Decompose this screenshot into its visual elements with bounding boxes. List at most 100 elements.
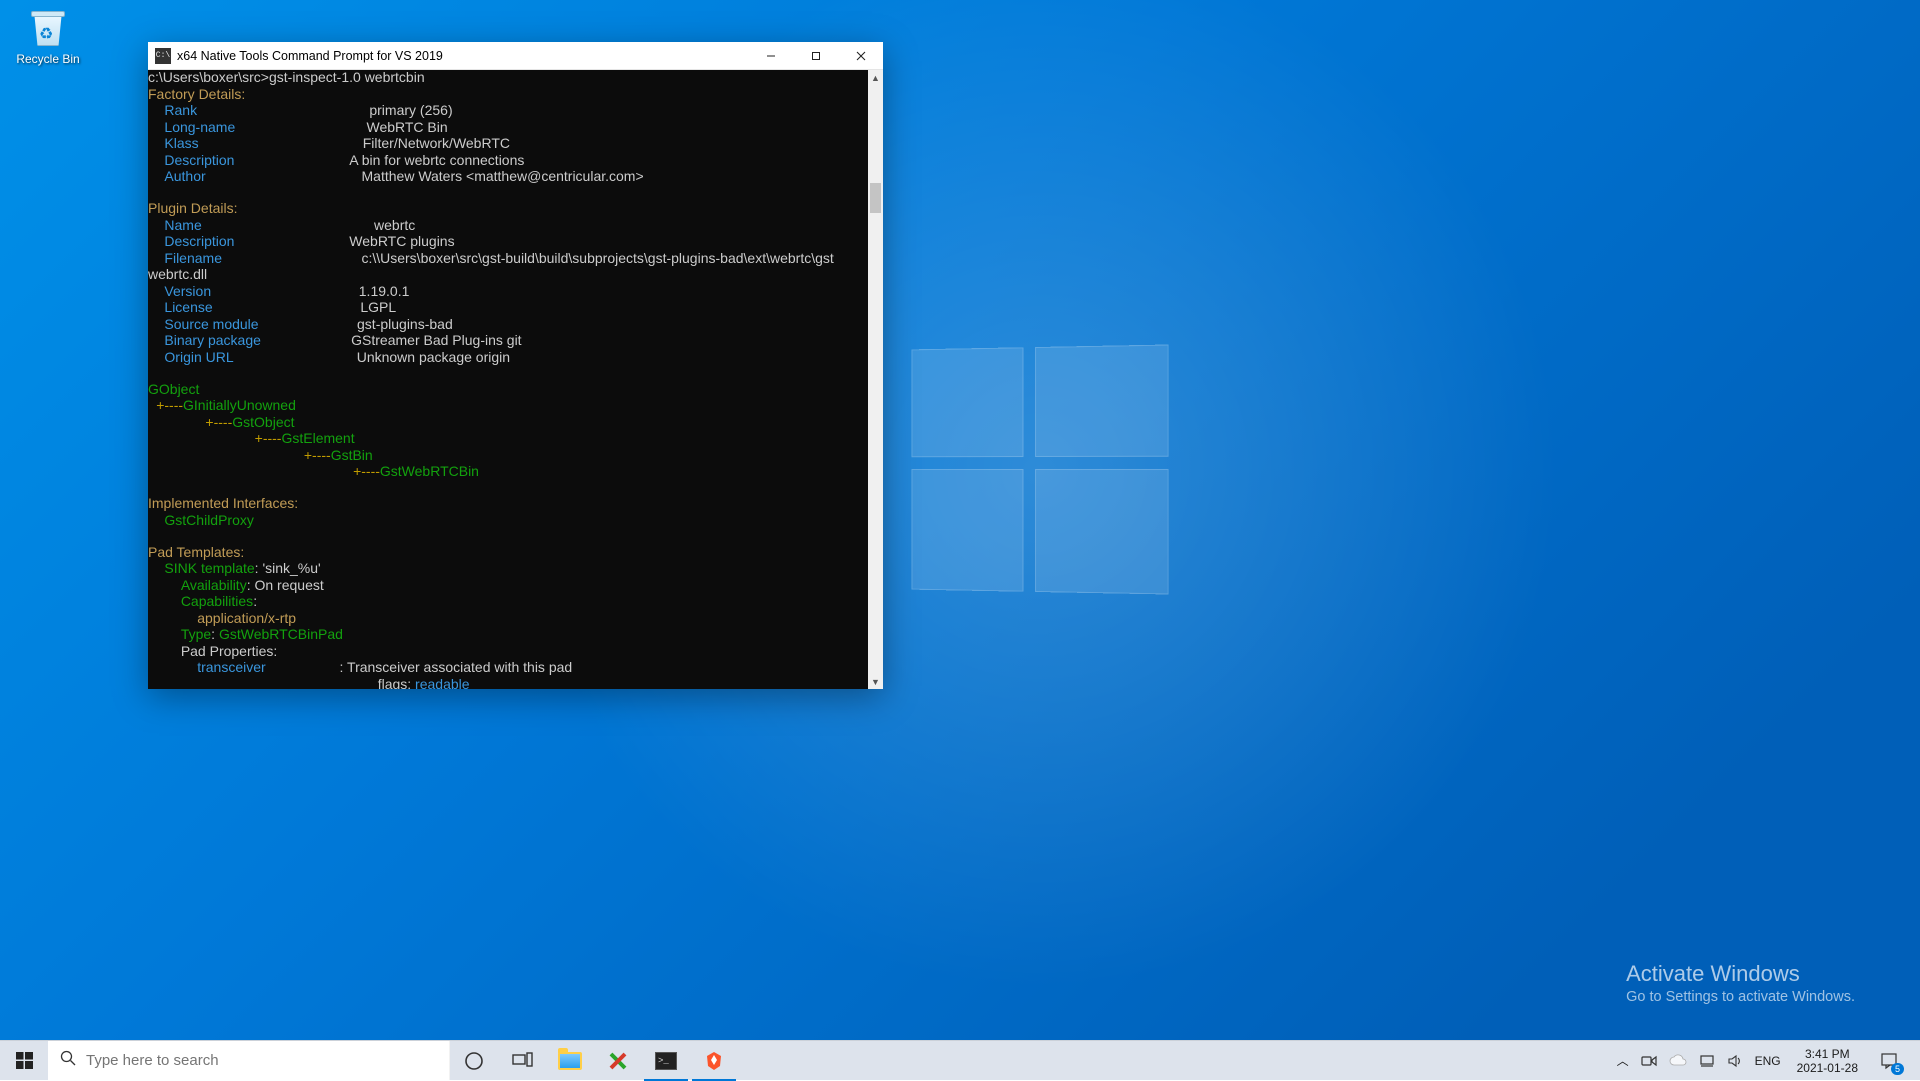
hier-l1: GInitiallyUnowned — [183, 397, 296, 413]
hier-l2: GstObject — [232, 414, 294, 430]
pname-key: Name — [164, 217, 201, 233]
rank-key: Rank — [164, 102, 197, 118]
taskbar-app-cmd[interactable]: >_ — [642, 1041, 690, 1081]
taskbar-app-brave[interactable] — [690, 1041, 738, 1081]
ver-val: 1.19.0.1 — [359, 283, 410, 299]
start-button[interactable] — [0, 1041, 48, 1080]
close-button[interactable] — [838, 42, 883, 70]
avail-val: On request — [254, 577, 323, 593]
interfaces-header: Implemented Interfaces: — [148, 495, 298, 511]
pad-props-header: Pad Properties: — [181, 643, 278, 659]
type-val: GstWebRTCBinPad — [219, 626, 343, 642]
transceiver-key: transceiver — [197, 659, 265, 675]
file-key: Filename — [164, 250, 222, 266]
interfaces-item: GstChildProxy — [164, 512, 253, 528]
author-val: Matthew Waters <matthew@centricular.com> — [362, 168, 644, 184]
scroll-up-icon[interactable]: ▲ — [868, 70, 883, 85]
tray-volume[interactable] — [1721, 1041, 1749, 1081]
wallpaper-windows-logo — [911, 344, 1168, 594]
sink-key: SINK template — [164, 560, 254, 576]
taskbar-app-x[interactable] — [594, 1041, 642, 1081]
folder-icon — [558, 1052, 582, 1070]
src-key: Source module — [164, 316, 258, 332]
rank-val: primary (256) — [369, 102, 452, 118]
pad-header: Pad Templates: — [148, 544, 244, 560]
author-key: Author — [164, 168, 205, 184]
pname-val: webrtc — [374, 217, 415, 233]
hier-l3: GstElement — [281, 430, 354, 446]
taskbar-search[interactable] — [48, 1041, 450, 1080]
url-key: Origin URL — [164, 349, 233, 365]
flags-key: flags — [378, 676, 408, 690]
scroll-down-icon[interactable]: ▼ — [868, 674, 883, 689]
factory-header: Factory Details: — [148, 86, 245, 102]
desktop-icon-recycle-bin[interactable]: ♻ Recycle Bin — [8, 6, 88, 66]
terminal-output[interactable]: c:\Users\boxer\src>gst-inspect-1.0 webrt… — [148, 70, 868, 689]
search-icon — [60, 1050, 76, 1071]
taskbar[interactable]: >_ ︿ ENG 3:41 PM 2021-01-28 — [0, 1040, 1920, 1080]
show-desktop-button[interactable] — [1910, 1041, 1916, 1081]
plugin-header: Plugin Details: — [148, 200, 238, 216]
maximize-button[interactable] — [793, 42, 838, 70]
system-tray[interactable]: ︿ ENG 3:41 PM 2021-01-28 5 — [1611, 1041, 1920, 1080]
titlebar[interactable]: C:\ x64 Native Tools Command Prompt for … — [148, 42, 883, 70]
windows-logo-icon — [16, 1052, 33, 1069]
taskbar-app-explorer[interactable] — [546, 1041, 594, 1081]
tray-language[interactable]: ENG — [1749, 1041, 1787, 1081]
network-icon — [1699, 1053, 1715, 1069]
brave-icon — [703, 1050, 725, 1072]
tray-meet-now[interactable] — [1635, 1041, 1663, 1081]
cloud-icon — [1669, 1054, 1687, 1068]
transceiver-val: : Transceiver associated with this pad — [340, 659, 573, 675]
hier-l4: GstBin — [331, 447, 373, 463]
file-val: c:\\Users\boxer\src\gst-build\build\subp… — [361, 250, 833, 266]
longname-val: WebRTC Bin — [366, 119, 447, 135]
pdesc-key: Description — [164, 233, 234, 249]
klass-val: Filter/Network/WebRTC — [363, 135, 510, 151]
src-val: gst-plugins-bad — [357, 316, 453, 332]
meet-now-icon — [1641, 1053, 1657, 1069]
fdesc-val: A bin for webrtc connections — [349, 152, 524, 168]
hier-l0: GObject — [148, 381, 199, 397]
tray-chevron-button[interactable]: ︿ — [1611, 1041, 1635, 1081]
tray-clock[interactable]: 3:41 PM 2021-01-28 — [1787, 1041, 1868, 1081]
scrollbar[interactable]: ▲ ▼ — [868, 70, 883, 689]
command-prompt-window[interactable]: C:\ x64 Native Tools Command Prompt for … — [148, 42, 883, 689]
desktop[interactable]: ♻ Recycle Bin Activate Windows Go to Set… — [0, 0, 1920, 1040]
caps-key: Capabilities — [181, 593, 253, 609]
url-val: Unknown package origin — [357, 349, 510, 365]
pdesc-val: WebRTC plugins — [349, 233, 454, 249]
ver-key: Version — [164, 283, 211, 299]
clock-time: 3:41 PM — [1805, 1047, 1850, 1061]
tray-network[interactable] — [1693, 1041, 1721, 1081]
scrollbar-track[interactable] — [868, 85, 883, 674]
hier-l5: GstWebRTCBin — [380, 463, 479, 479]
cortana-button[interactable] — [450, 1041, 498, 1081]
prompt: c:\Users\boxer\src> — [148, 70, 269, 85]
longname-key: Long-name — [164, 119, 235, 135]
klass-key: Klass — [164, 135, 198, 151]
chevron-up-icon: ︿ — [1617, 1052, 1629, 1069]
caps-val: application/x-rtp — [197, 610, 296, 626]
fdesc-key: Description — [164, 152, 234, 168]
avail-key: Availability — [181, 577, 247, 593]
tray-onedrive[interactable] — [1663, 1041, 1693, 1081]
scrollbar-thumb[interactable] — [870, 183, 881, 213]
flags-val: readable — [415, 676, 470, 690]
lic-val: LGPL — [360, 299, 396, 315]
sink-val: 'sink_%u' — [262, 560, 320, 576]
lic-key: License — [164, 299, 212, 315]
bin-key: Binary package — [164, 332, 261, 348]
watermark-title: Activate Windows — [1626, 961, 1855, 987]
command-text: gst-inspect-1.0 webrtcbin — [269, 70, 425, 85]
watermark-subtitle: Go to Settings to activate Windows. — [1626, 989, 1855, 1005]
tray-action-center[interactable]: 5 — [1868, 1041, 1910, 1081]
cmd-icon: >_ — [655, 1052, 677, 1070]
app-icon: C:\ — [155, 48, 171, 64]
type-key: Type — [181, 626, 211, 642]
task-view-button[interactable] — [498, 1041, 546, 1081]
minimize-button[interactable] — [748, 42, 793, 70]
activation-watermark: Activate Windows Go to Settings to activ… — [1626, 961, 1855, 1005]
search-input[interactable] — [86, 1052, 437, 1069]
window-title: x64 Native Tools Command Prompt for VS 2… — [177, 49, 748, 63]
